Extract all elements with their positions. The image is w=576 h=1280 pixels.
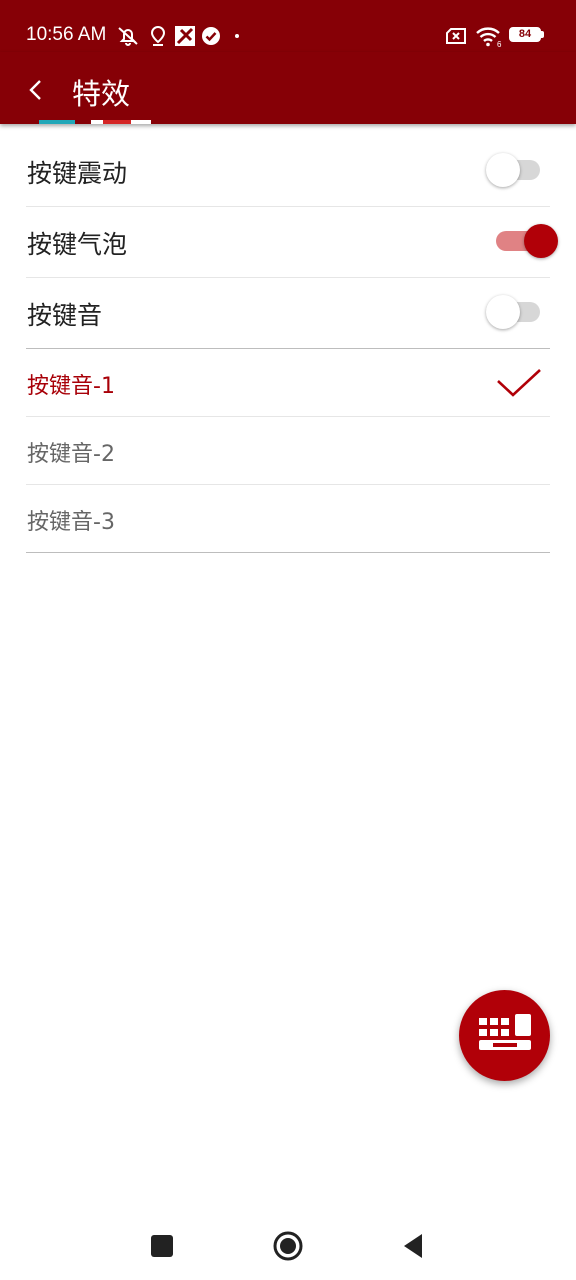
home-circle-icon[interactable] <box>270 1228 306 1264</box>
location-pin-icon <box>150 25 166 46</box>
muted-bell-icon <box>118 27 138 46</box>
key-vibration-row[interactable]: 按键震动 <box>26 136 550 207</box>
sound-option-1[interactable]: 按键音-1 <box>26 348 550 417</box>
switch-thumb <box>524 224 558 258</box>
back-arrow-icon[interactable] <box>18 72 54 108</box>
wifi-icon: 6 <box>476 27 502 48</box>
battery-nub <box>541 31 544 38</box>
key-sound-row[interactable]: 按键音 <box>26 278 550 348</box>
status-time: 10:56 AM <box>26 24 107 45</box>
app-notification-icon <box>175 26 195 46</box>
sound-option-label: 按键音-1 <box>27 374 115 399</box>
key-vibration-label: 按键震动 <box>27 159 128 188</box>
check-badge-icon <box>202 27 220 45</box>
sound-option-label: 按键音-3 <box>27 510 115 535</box>
sound-option-label: 按键音-2 <box>27 442 115 467</box>
sound-option-3[interactable]: 按键音-3 <box>26 485 550 553</box>
switch-thumb <box>486 295 520 329</box>
key-sound-label: 按键音 <box>27 301 103 330</box>
back-triangle-icon[interactable] <box>396 1228 432 1264</box>
keyboard-fab-button[interactable] <box>459 990 550 1081</box>
sim-off-icon <box>446 28 466 44</box>
app-bar: 特效 <box>0 52 576 124</box>
check-icon <box>497 369 541 397</box>
settings-list: 按键震动 按键气泡 按键音 按键音-1 按键音-2 按键音-3 <box>26 136 558 553</box>
notification-dot <box>235 34 239 38</box>
decor-strip-white-2 <box>131 120 151 124</box>
sound-option-2[interactable]: 按键音-2 <box>26 417 550 485</box>
page-title: 特效 <box>72 77 131 111</box>
decor-strip-white <box>91 120 103 124</box>
svg-text:6: 6 <box>497 40 502 48</box>
key-vibration-switch[interactable] <box>486 153 540 187</box>
key-bubble-label: 按键气泡 <box>27 230 128 259</box>
key-bubble-row[interactable]: 按键气泡 <box>26 207 558 278</box>
battery-icon: 84 <box>509 27 541 42</box>
keyboard-icon <box>479 1014 531 1050</box>
recents-square-icon[interactable] <box>144 1228 180 1264</box>
decor-strip-teal <box>39 120 75 124</box>
key-bubble-switch[interactable] <box>496 224 558 258</box>
decor-strip-red <box>103 120 131 124</box>
switch-thumb <box>486 153 520 187</box>
key-sound-switch[interactable] <box>486 295 540 329</box>
